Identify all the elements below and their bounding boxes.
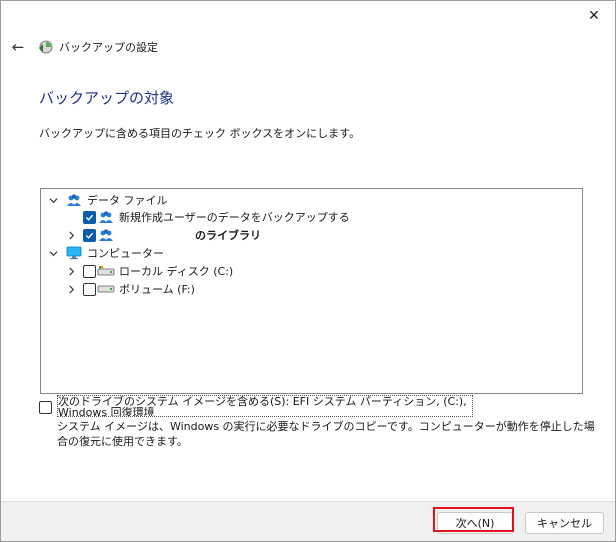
backup-settings-window: ✕ ← バックアップの設定 バックアップの対象 バックアップに含める項目のチェッ… [0,0,616,542]
title-bar: ← バックアップの設定 [9,37,158,57]
page-title: バックアップの対象 [39,89,175,107]
tree-label-computer: コンピューター [87,247,164,260]
system-image-checkbox-label[interactable]: 次のドライブのシステム イメージを含める(S): EFI システム パーティショ… [57,395,473,417]
button-bar: 次へ(N) キャンセル [1,501,615,541]
library-checkbox[interactable] [83,228,96,242]
window-title: バックアップの設定 [59,41,158,54]
tree-label-local-disk-c: ローカル ディスク (C:) [119,265,234,278]
monitor-icon [65,246,83,260]
users-icon [65,193,83,207]
back-arrow-icon: ← [11,38,25,56]
backup-app-icon [37,39,53,55]
backup-items-tree[interactable]: データ ファイル 新規作成ユーザーのデータをバックアップする のライブラリ コン… [40,188,583,394]
back-button[interactable]: ← [9,38,27,56]
tree-label-data-files: データ ファイル [87,194,168,207]
system-image-checkbox[interactable] [39,401,52,414]
chevron-down-icon[interactable] [47,194,59,206]
chevron-down-icon[interactable] [47,247,59,259]
users-icon [97,228,115,242]
cancel-button[interactable]: キャンセル [525,512,604,534]
close-button[interactable]: ✕ [579,5,609,27]
chevron-right-icon[interactable] [65,265,77,277]
page-description: バックアップに含める項目のチェック ボックスをオンにします。 [39,127,361,140]
tree-node-library[interactable]: のライブラリ [65,226,261,244]
tree-node-volume-f[interactable]: ボリューム (F:) [65,280,195,298]
close-icon: ✕ [588,8,600,24]
disk-icon [97,264,115,278]
system-image-description: システム イメージは、Windows の実行に必要なドライブのコピーです。コンピ… [57,420,595,448]
volume-f-checkbox[interactable] [83,282,96,296]
new-user-data-checkbox[interactable] [83,210,96,224]
tree-node-data-files[interactable]: データ ファイル [47,191,168,209]
chevron-right-icon[interactable] [65,283,77,295]
tree-node-local-disk-c[interactable]: ローカル ディスク (C:) [65,262,233,280]
next-button[interactable]: 次へ(N) [437,512,513,534]
tree-label-library: のライブラリ [195,229,261,242]
tree-node-computer[interactable]: コンピューター [47,244,164,262]
tree-label-volume-f: ボリューム (F:) [119,283,195,296]
tree-label-new-user-data: 新規作成ユーザーのデータをバックアップする [119,211,350,224]
users-icon [97,210,115,224]
tree-node-new-user-data[interactable]: 新規作成ユーザーのデータをバックアップする [83,208,350,226]
drive-icon [97,282,115,296]
chevron-right-icon[interactable] [65,229,77,241]
local-disk-c-checkbox[interactable] [83,264,96,278]
